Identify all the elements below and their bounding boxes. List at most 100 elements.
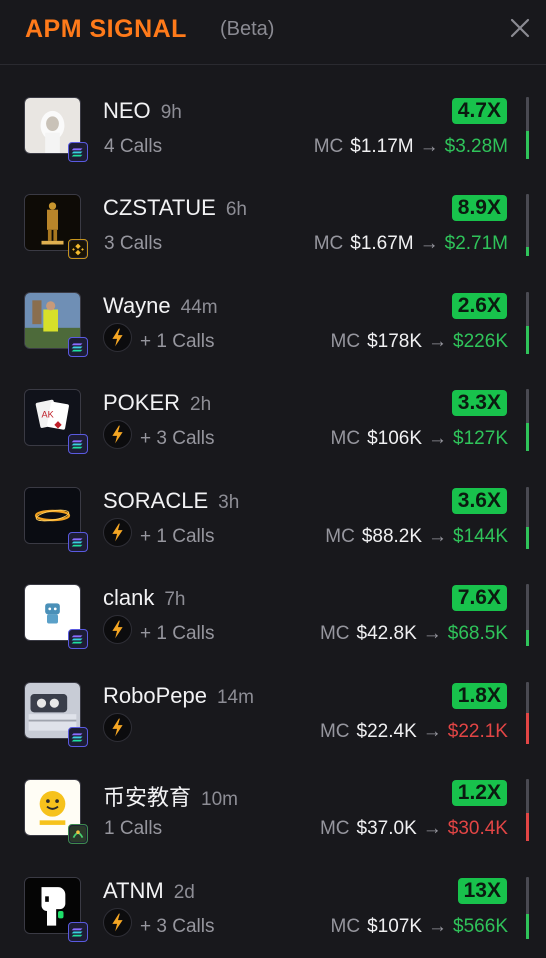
mc-from: $106K: [367, 428, 423, 449]
lightning-icon[interactable]: [103, 713, 132, 742]
trend-bar: [526, 584, 529, 646]
mc-to: $3.28M: [444, 136, 508, 157]
signal-row[interactable]: SORACLE 3h + 1 Calls MC $88.2K → $144K 3.6X: [0, 455, 546, 552]
token-age: 3h: [218, 492, 240, 513]
calls-count: 3 Calls: [104, 233, 163, 254]
token-symbol: SORACLE: [103, 488, 209, 513]
trend-bar: [526, 389, 529, 451]
calls-count: + 1 Calls: [140, 331, 215, 352]
market-cap: MC $1.67M → $2.71M: [314, 233, 508, 255]
chain-icon: [68, 824, 88, 844]
arrow-right-icon: →: [422, 721, 442, 742]
mc-from: $178K: [367, 331, 423, 352]
signal-row[interactable]: RoboPepe 14m MC $22.4K → $22.1K 1.8X: [0, 650, 546, 747]
market-cap: MC $178K → $226K: [331, 331, 508, 353]
mc-to: $22.1K: [447, 721, 508, 742]
arrow-right-icon: →: [428, 526, 448, 547]
signal-row[interactable]: ATNM 2d + 3 Calls MC $107K → $566K 13X: [0, 845, 546, 942]
arrow-right-icon: →: [428, 331, 448, 352]
mc-label: MC: [330, 331, 361, 352]
mc-label: MC: [319, 623, 350, 644]
multiplier-badge: 1.8X: [451, 683, 507, 709]
app-logo: APM SIGNAL: [25, 15, 187, 43]
solana-chain-icon: [68, 629, 88, 649]
mc-from: $107K: [367, 916, 423, 937]
token-age: 44m: [180, 297, 218, 318]
mc-label: MC: [313, 233, 344, 254]
lightning-icon[interactable]: [103, 908, 132, 937]
calls-count: + 3 Calls: [140, 916, 215, 937]
solana-chain-icon: [68, 922, 88, 942]
signal-row[interactable]: CZSTATUE 6h 3 Calls MC $1.67M → $2.71M 8.9X: [0, 162, 546, 259]
mc-label: MC: [330, 428, 361, 449]
close-icon[interactable]: [508, 16, 532, 40]
trend-bar-fill: [526, 527, 529, 549]
token-name: RoboPepe 14m: [103, 683, 254, 709]
multiplier-badge: 3.6X: [451, 488, 507, 514]
signal-row[interactable]: NEO 9h 4 Calls MC $1.17M → $3.28M 4.7X: [0, 65, 546, 162]
market-cap: MC $107K → $566K: [331, 916, 508, 938]
market-cap: MC $22.4K → $22.1K: [320, 721, 508, 743]
trend-bar-fill: [526, 423, 529, 451]
arrow-right-icon: →: [419, 233, 439, 254]
token-symbol: RoboPepe: [103, 683, 207, 708]
lightning-icon[interactable]: [103, 615, 132, 644]
calls-count: + 3 Calls: [140, 428, 215, 449]
bnb-chain-icon: [68, 239, 88, 259]
trend-bar-fill: [526, 713, 529, 744]
mc-to: $566K: [453, 916, 508, 937]
token-name: clank 7h: [103, 585, 186, 611]
lightning-icon[interactable]: [103, 323, 132, 352]
signal-row[interactable]: 币安教育 10m 1 Calls MC $37.0K → $30.4K 1.2X: [0, 747, 546, 844]
mc-label: MC: [319, 721, 350, 742]
mc-from: $1.67M: [350, 233, 414, 254]
token-name: NEO 9h: [103, 98, 182, 124]
panel-header: APM SIGNAL (Beta): [0, 0, 546, 65]
mc-to: $226K: [453, 331, 508, 352]
trend-bar: [526, 877, 529, 939]
mc-from: $1.17M: [350, 136, 414, 157]
multiplier-badge: 7.6X: [451, 585, 507, 611]
token-symbol: 币安教育: [103, 785, 192, 810]
token-symbol: POKER: [103, 390, 181, 415]
trend-bar: [526, 779, 529, 841]
multiplier-badge: 8.9X: [451, 195, 507, 221]
token-name: 币安教育 10m: [103, 780, 238, 812]
token-symbol: clank: [103, 585, 155, 610]
multiplier-badge: 4.7X: [451, 98, 507, 124]
token-age: 6h: [225, 199, 247, 220]
token-age: 14m: [216, 687, 254, 708]
calls-count: + 1 Calls: [140, 526, 215, 547]
solana-chain-icon: [68, 434, 88, 454]
lightning-icon[interactable]: [103, 518, 132, 547]
mc-to: $30.4K: [447, 818, 508, 839]
signal-row[interactable]: clank 7h + 1 Calls MC $42.8K → $68.5K 7.6X: [0, 552, 546, 649]
mc-to: $2.71M: [444, 233, 508, 254]
beta-label: (Beta): [220, 18, 275, 40]
token-name: ATNM 2d: [103, 878, 195, 904]
trend-bar: [526, 682, 529, 744]
token-name: POKER 2h: [103, 390, 211, 416]
trend-bar-fill: [526, 247, 529, 256]
multiplier-badge: 13X: [457, 878, 507, 904]
trend-bar-fill: [526, 131, 529, 159]
trend-bar: [526, 487, 529, 549]
calls-count: + 1 Calls: [140, 623, 215, 644]
market-cap: MC $1.17M → $3.28M: [314, 136, 508, 158]
arrow-right-icon: →: [422, 623, 442, 644]
token-age: 7h: [164, 589, 186, 610]
trend-bar-fill: [526, 326, 529, 354]
mc-label: MC: [319, 818, 350, 839]
token-age: 2h: [190, 394, 212, 415]
svg-text:AK: AK: [42, 410, 54, 420]
trend-bar: [526, 194, 529, 256]
calls-count: 4 Calls: [104, 136, 163, 157]
solana-chain-icon: [68, 337, 88, 357]
token-age: 10m: [201, 789, 238, 810]
token-symbol: ATNM: [103, 878, 164, 903]
lightning-icon[interactable]: [103, 420, 132, 449]
signal-row[interactable]: Wayne 44m + 1 Calls MC $178K → $226K 2.6X: [0, 260, 546, 357]
signal-row[interactable]: AK POKER 2h + 3 Calls MC $106K → $127K 3.3X: [0, 357, 546, 454]
mc-to: $144K: [453, 526, 508, 547]
mc-to: $68.5K: [447, 623, 508, 644]
